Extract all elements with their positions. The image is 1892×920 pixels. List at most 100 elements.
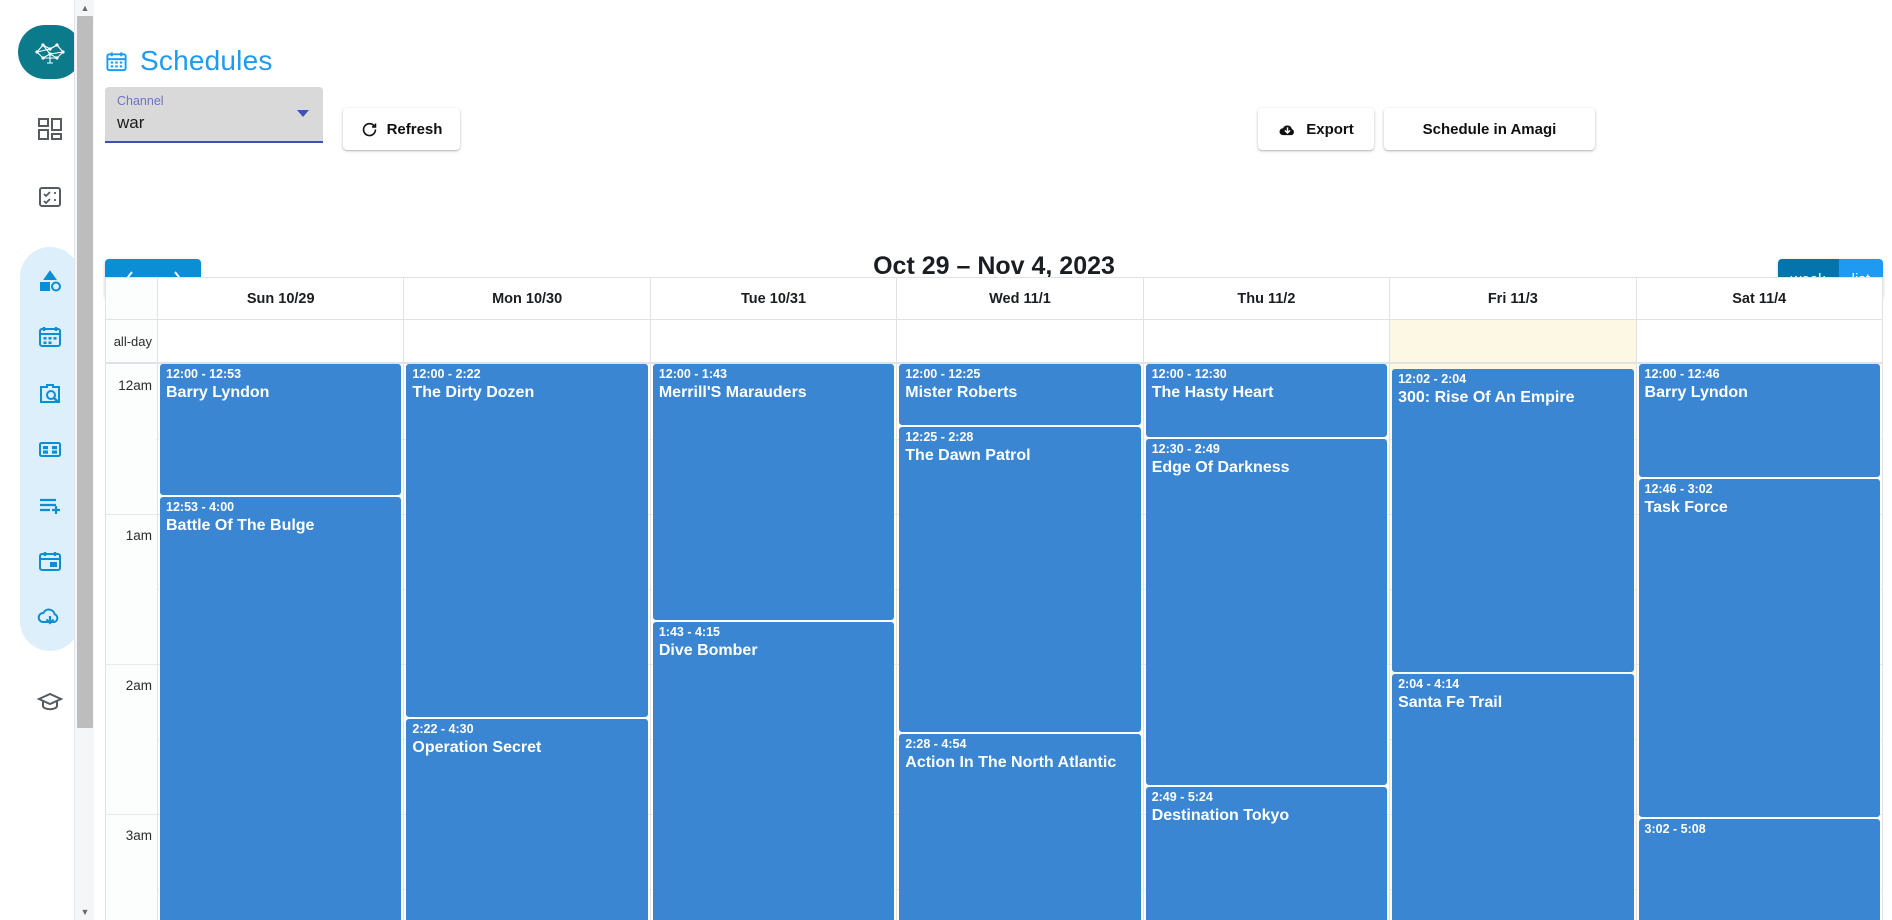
event-time: 12:00 - 12:46 (1644, 367, 1720, 381)
calendar-event[interactable]: 12:46 - 3:02 Task Force (1638, 479, 1880, 817)
calendar-event[interactable]: 2:04 - 4:14 Santa Fe Trail (1392, 674, 1634, 920)
chevron-down-icon[interactable] (297, 110, 309, 117)
calendar-event[interactable]: 12:00 - 12:53 Barry Lyndon (160, 364, 402, 495)
day-column-2[interactable]: 12:00 - 1:43 Merrill'S Marauders 1:43 - 4:… (650, 364, 898, 920)
sidebar-item-review[interactable] (22, 365, 78, 421)
event-time: 12:46 - 3:02 (1644, 482, 1713, 496)
refresh-button[interactable]: Refresh (343, 108, 460, 150)
allday-cell-2[interactable] (651, 320, 898, 362)
allday-cell-3[interactable] (897, 320, 1144, 362)
playlist-add-icon (37, 492, 63, 518)
calendar-event[interactable]: 12:00 - 1:43 Merrill'S Marauders (652, 364, 895, 620)
allday-cell-5[interactable] (1390, 320, 1637, 362)
triangle-up-icon[interactable]: ▲ (75, 0, 95, 16)
triangle-down-icon[interactable]: ▼ (75, 904, 95, 920)
event-title: Santa Fe Trail (1398, 694, 1503, 711)
calendar-event[interactable]: 2:49 - 5:24 Destination Tokyo (1145, 786, 1388, 920)
calendar-grid-icon (37, 324, 63, 350)
event-title: The Hasty Heart (1151, 384, 1274, 401)
event-title: The Dirty Dozen (412, 384, 535, 401)
event-time: 12:00 - 12:30 (1151, 367, 1227, 381)
calendar-gutter-header (106, 278, 158, 319)
calendar-event[interactable]: 12:00 - 2:22 The Dirty Dozen (406, 364, 648, 717)
event-time: 12:02 - 2:04 (1398, 372, 1467, 386)
calendar-event[interactable]: 3:02 - 5:08 (1638, 819, 1880, 920)
calendar-event[interactable]: 12:00 - 12:46 Barry Lyndon (1638, 364, 1880, 477)
hour-label-1: 1am (125, 528, 152, 543)
brain-network-logo[interactable] (18, 25, 82, 79)
allday-label: all-day (106, 320, 158, 362)
event-time: 12:00 - 12:25 (905, 367, 981, 381)
event-title: Barry Lyndon (166, 384, 270, 401)
calendar-icon (105, 50, 128, 73)
event-time: 2:49 - 5:24 (1151, 789, 1213, 804)
scrollbar-thumb[interactable] (77, 16, 93, 728)
day-column-3[interactable]: 12:00 - 12:25 Mister Roberts 12:25 - 2:28 T… (897, 364, 1144, 920)
event-title: Dive Bomber (658, 641, 758, 659)
schedule-in-amagi-button[interactable]: Schedule in Amagi (1384, 108, 1595, 150)
calendar-event[interactable]: 12:00 - 12:25 Mister Roberts (899, 364, 1141, 425)
cloud-download-icon (1278, 121, 1297, 138)
page-title-text: Schedules (140, 45, 273, 76)
allday-cell-0[interactable] (158, 320, 405, 362)
event-title: Edge Of Darkness (1151, 459, 1290, 476)
event-time: 2:22 - 4:30 (412, 722, 474, 736)
hour-label-3: 3am (125, 828, 152, 843)
schedules-page: ▲ ▼ Schedules Channel war Refresh Export… (0, 0, 1892, 920)
event-title: Merrill'S Marauders (658, 384, 807, 401)
day-column-4[interactable]: 12:00 - 12:30 The Hasty Heart 12:30 - 2:49… (1143, 364, 1391, 920)
sidebar-item-dashboard[interactable] (22, 101, 78, 157)
calendar-event[interactable]: 2:22 - 4:30 Operation Secret (406, 719, 648, 920)
calendar-event[interactable]: 1:43 - 4:15 Dive Bomber (652, 621, 895, 920)
calendar-event[interactable]: 12:30 - 2:49 Edge Of Darkness (1145, 439, 1388, 785)
calendar-allday-row: all-day (106, 320, 1882, 364)
sidebar-item-publish[interactable] (22, 589, 78, 645)
day-header-1[interactable]: Mon 10/30 (404, 278, 651, 319)
hour-label-2: 2am (125, 678, 152, 693)
allday-cell-4[interactable] (1144, 320, 1391, 362)
sidebar-item-content[interactable] (22, 253, 78, 309)
allday-cell-6[interactable] (1637, 320, 1882, 362)
day-column-0[interactable]: 12:00 - 12:53 Barry Lyndon 12:53 - 4:00 Bat… (158, 364, 405, 920)
layout-grid-icon (37, 436, 63, 462)
sidebar-item-layouts[interactable] (22, 421, 78, 477)
day-column-5[interactable]: 12:02 - 2:04 300: Rise Of An Empire 2:04 -… (1390, 364, 1637, 920)
calendar-time-gutter: 12am 1am 2am 3am (106, 364, 158, 920)
day-header-4[interactable]: Thu 11/2 (1144, 278, 1391, 319)
day-header-3[interactable]: Wed 11/1 (897, 278, 1144, 319)
allday-cell-1[interactable] (404, 320, 651, 362)
export-button[interactable]: Export (1258, 108, 1374, 150)
day-header-5[interactable]: Fri 11/3 (1390, 278, 1637, 319)
day-column-6[interactable]: 12:00 - 12:46 Barry Lyndon 12:46 - 3:02 Tas… (1636, 364, 1882, 920)
channel-select-value: war (117, 113, 145, 132)
calendar-event[interactable]: 2:28 - 4:54 Action In The North Atlantic (899, 734, 1141, 920)
calendar-event[interactable]: 12:53 - 4:00 Battle Of The Bulge (160, 496, 402, 920)
sidebar-item-events[interactable] (22, 533, 78, 589)
graduation-cap-icon (36, 688, 64, 714)
day-column-1[interactable]: 12:00 - 2:22 The Dirty Dozen 2:22 - 4:30 Op… (404, 364, 651, 920)
day-header-0[interactable]: Sun 10/29 (158, 278, 405, 319)
refresh-icon (361, 121, 378, 138)
sidebar-item-learn[interactable] (22, 673, 78, 729)
calendar-event[interactable]: 12:02 - 2:04 300: Rise Of An Empire (1392, 369, 1634, 672)
main-content: Schedules Channel war Refresh Export Sch… (96, 0, 1892, 920)
calendar-event[interactable]: 12:00 - 12:30 The Hasty Heart (1145, 364, 1388, 437)
sidebar-item-schedules[interactable] (22, 309, 78, 365)
day-header-6[interactable]: Sat 11/4 (1637, 278, 1882, 319)
sidebar-item-tasks[interactable] (22, 169, 78, 225)
calendar-event-icon (37, 548, 63, 574)
page-title: Schedules (105, 45, 273, 77)
event-title: The Dawn Patrol (905, 446, 1031, 464)
calendar-event[interactable]: 12:25 - 2:28 The Dawn Patrol (899, 426, 1141, 732)
channel-select[interactable]: Channel war (105, 87, 323, 143)
calendar: Sun 10/29 Mon 10/30 Tue 10/31 Wed 11/1 T… (105, 277, 1883, 920)
page-scrollbar[interactable]: ▲ ▼ (74, 0, 94, 920)
rail-active-group (20, 247, 80, 651)
export-button-label: Export (1306, 120, 1354, 138)
event-time: 12:00 - 12:53 (166, 367, 242, 381)
shapes-icon (37, 268, 63, 294)
event-time: 12:30 - 2:49 (1151, 442, 1220, 456)
refresh-button-label: Refresh (386, 120, 443, 138)
day-header-2[interactable]: Tue 10/31 (651, 278, 898, 319)
sidebar-item-playlists[interactable] (22, 477, 78, 533)
